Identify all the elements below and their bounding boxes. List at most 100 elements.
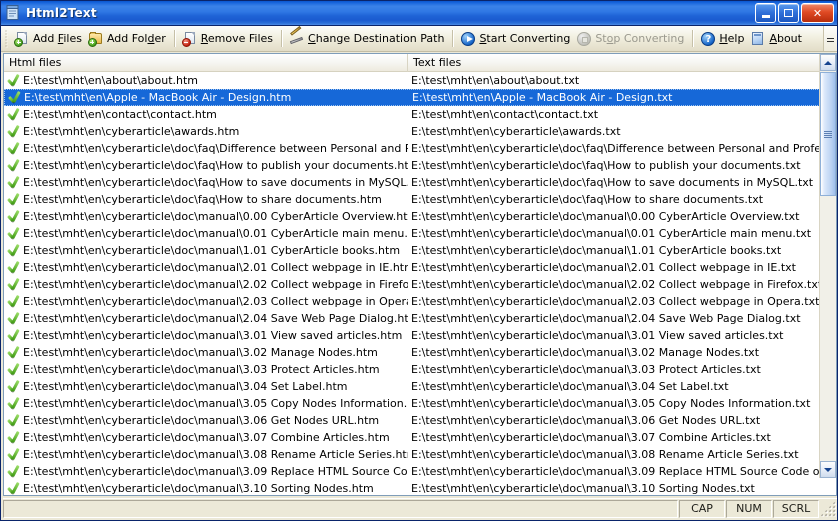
table-row[interactable]: E:\test\mht\en\cyberarticle\doc\faq\How … [4, 157, 836, 174]
cell-html-file: E:\test\mht\en\cyberarticle\doc\manual\3… [4, 481, 408, 496]
cell-html-file: E:\test\mht\en\cyberarticle\doc\manual\3… [4, 328, 408, 343]
table-row[interactable]: E:\test\mht\en\cyberarticle\doc\manual\0… [4, 225, 836, 242]
table-row[interactable]: E:\test\mht\en\cyberarticle\doc\manual\3… [4, 463, 836, 480]
column-header-text-files[interactable]: Text files [408, 54, 820, 72]
cell-html-file: E:\test\mht\en\cyberarticle\doc\manual\2… [4, 277, 408, 292]
toolbar-button-change-destination-path[interactable]: Change Destination Path [287, 28, 448, 50]
text-file-path: E:\test\mht\en\cyberarticle\doc\manual\0… [411, 210, 799, 223]
resize-grip[interactable] [820, 501, 836, 517]
converted-check-icon [6, 142, 21, 156]
cell-text-file: E:\test\mht\en\cyberarticle\doc\manual\3… [408, 481, 820, 496]
html-file-path: E:\test\mht\en\cyberarticle\doc\manual\0… [23, 209, 408, 224]
table-row[interactable]: E:\test\mht\en\about\about.htmE:\test\mh… [4, 72, 836, 89]
table-row[interactable]: E:\test\mht\en\cyberarticle\awards.htmE:… [4, 123, 836, 140]
scrollbar-down-button[interactable] [820, 461, 836, 478]
toolbar-separator [692, 30, 694, 47]
close-button[interactable]: ✕ [801, 3, 834, 23]
toolbar-button-add-folder[interactable]: Add Folder [86, 28, 170, 50]
notepad-document-icon [4, 4, 22, 22]
cell-text-file: E:\test\mht\en\cyberarticle\doc\manual\2… [408, 294, 820, 309]
text-file-path: E:\test\mht\en\cyberarticle\doc\manual\2… [411, 295, 819, 308]
toolbar-label-stop-converting: Stop Converting [595, 32, 684, 45]
table-row[interactable]: E:\test\mht\en\cyberarticle\doc\manual\3… [4, 412, 836, 429]
table-row[interactable]: E:\test\mht\en\cyberarticle\doc\manual\3… [4, 327, 836, 344]
maximize-button[interactable] [778, 3, 799, 23]
html-file-path: E:\test\mht\en\about\about.htm [23, 73, 198, 88]
scrollbar-thumb[interactable] [820, 72, 836, 196]
html-file-path: E:\test\mht\en\cyberarticle\awards.htm [23, 124, 239, 139]
text-file-path: E:\test\mht\en\cyberarticle\doc\manual\2… [411, 312, 801, 325]
table-row[interactable]: E:\test\mht\en\cyberarticle\doc\manual\3… [4, 429, 836, 446]
main-toolbar: Add Files Add Folder Remove Files Change… [1, 26, 837, 52]
text-file-path: E:\test\mht\en\cyberarticle\doc\manual\0… [411, 227, 811, 240]
column-header-html-files[interactable]: Html files [4, 54, 408, 72]
status-message [3, 500, 678, 518]
html-file-path: E:\test\mht\en\cyberarticle\doc\manual\2… [23, 294, 408, 309]
toolbar-label-add-files: Add Files [33, 32, 82, 45]
toolbar-overflow-button[interactable] [823, 26, 837, 51]
table-row[interactable]: E:\test\mht\en\cyberarticle\doc\manual\3… [4, 395, 836, 412]
toolbar-button-start-converting[interactable]: Start Converting [458, 28, 574, 50]
html-file-path: E:\test\mht\en\Apple - MacBook Air - Des… [24, 90, 291, 105]
table-row[interactable]: E:\test\mht\en\cyberarticle\doc\manual\0… [4, 208, 836, 225]
html-file-path: E:\test\mht\en\cyberarticle\doc\manual\2… [23, 260, 408, 275]
minimize-icon [762, 15, 770, 18]
cell-text-file: E:\test\mht\en\cyberarticle\doc\manual\1… [408, 243, 820, 258]
toolbar-label-help: Help [719, 32, 744, 45]
toolbar-grip[interactable] [5, 30, 8, 48]
html-file-path: E:\test\mht\en\cyberarticle\doc\manual\3… [23, 430, 390, 445]
close-icon: ✕ [813, 7, 822, 20]
cell-text-file: E:\test\mht\en\cyberarticle\doc\manual\3… [408, 464, 820, 479]
text-file-path: E:\test\mht\en\cyberarticle\doc\manual\3… [411, 346, 759, 359]
minimize-button[interactable] [755, 3, 776, 23]
cell-html-file: E:\test\mht\en\cyberarticle\awards.htm [4, 124, 408, 139]
cell-text-file: E:\test\mht\en\cyberarticle\doc\faq\Diff… [408, 141, 820, 156]
cell-text-file: E:\test\mht\en\cyberarticle\doc\manual\3… [408, 396, 820, 411]
table-row[interactable]: E:\test\mht\en\cyberarticle\doc\manual\3… [4, 378, 836, 395]
html-file-path: E:\test\mht\en\cyberarticle\doc\manual\3… [23, 396, 408, 411]
toolbar-button-help[interactable]: ? Help [698, 28, 748, 50]
toolbar-button-add-files[interactable]: Add Files [12, 28, 86, 50]
text-file-path: E:\test\mht\en\cyberarticle\doc\manual\2… [411, 278, 820, 291]
table-row[interactable]: E:\test\mht\en\cyberarticle\doc\manual\2… [4, 310, 836, 327]
table-row[interactable]: E:\test\mht\en\cyberarticle\doc\manual\2… [4, 276, 836, 293]
table-row[interactable]: E:\test\mht\en\cyberarticle\doc\faq\How … [4, 174, 836, 191]
text-file-path: E:\test\mht\en\cyberarticle\doc\faq\How … [411, 159, 801, 172]
cell-html-file: E:\test\mht\en\Apple - MacBook Air - Des… [5, 90, 409, 105]
status-bar: CAP NUM SCRL [3, 498, 837, 518]
toolbar-button-about[interactable]: About [748, 28, 806, 50]
toolbar-button-remove-files[interactable]: Remove Files [180, 28, 277, 50]
add-file-icon [14, 31, 30, 47]
table-row[interactable]: E:\test\mht\en\Apple - MacBook Air - Des… [4, 89, 836, 106]
file-list-view: Html files Text files E:\test\mht\en\abo… [3, 53, 837, 496]
cell-text-file: E:\test\mht\en\cyberarticle\doc\manual\3… [408, 345, 820, 360]
converted-check-icon [6, 414, 21, 428]
cell-html-file: E:\test\mht\en\cyberarticle\doc\manual\2… [4, 260, 408, 275]
vertical-scrollbar[interactable] [819, 54, 836, 478]
table-row[interactable]: E:\test\mht\en\cyberarticle\doc\manual\3… [4, 480, 836, 496]
toolbar-separator [452, 30, 454, 47]
table-row[interactable]: E:\test\mht\en\cyberarticle\doc\manual\1… [4, 242, 836, 259]
html-file-path: E:\test\mht\en\cyberarticle\doc\faq\Diff… [23, 141, 408, 156]
html-file-path: E:\test\mht\en\cyberarticle\doc\manual\2… [23, 311, 408, 326]
table-row[interactable]: E:\test\mht\en\cyberarticle\doc\manual\2… [4, 293, 836, 310]
cell-html-file: E:\test\mht\en\cyberarticle\doc\manual\3… [4, 396, 408, 411]
table-row[interactable]: E:\test\mht\en\cyberarticle\doc\manual\3… [4, 361, 836, 378]
table-row[interactable]: E:\test\mht\en\cyberarticle\doc\faq\Diff… [4, 140, 836, 157]
html2text-window: Html2Text ✕ Add Files [0, 0, 838, 521]
table-row[interactable]: E:\test\mht\en\cyberarticle\doc\manual\2… [4, 259, 836, 276]
table-row[interactable]: E:\test\mht\en\cyberarticle\doc\manual\3… [4, 344, 836, 361]
table-row[interactable]: E:\test\mht\en\cyberarticle\doc\manual\3… [4, 446, 836, 463]
text-file-path: E:\test\mht\en\cyberarticle\doc\manual\3… [411, 414, 760, 427]
table-row[interactable]: E:\test\mht\en\cyberarticle\doc\faq\How … [4, 191, 836, 208]
scrollbar-up-button[interactable] [820, 54, 836, 71]
html-file-path: E:\test\mht\en\cyberarticle\doc\manual\3… [23, 447, 408, 462]
converted-check-icon [6, 346, 21, 360]
text-file-path: E:\test\mht\en\cyberarticle\doc\manual\3… [411, 363, 761, 376]
html-file-path: E:\test\mht\en\contact\contact.htm [23, 107, 217, 122]
remove-file-icon [182, 31, 198, 47]
html-file-path: E:\test\mht\en\cyberarticle\doc\manual\3… [23, 328, 402, 343]
converted-check-icon [6, 159, 21, 173]
table-row[interactable]: E:\test\mht\en\contact\contact.htmE:\tes… [4, 106, 836, 123]
html-file-path: E:\test\mht\en\cyberarticle\doc\manual\0… [23, 226, 408, 241]
